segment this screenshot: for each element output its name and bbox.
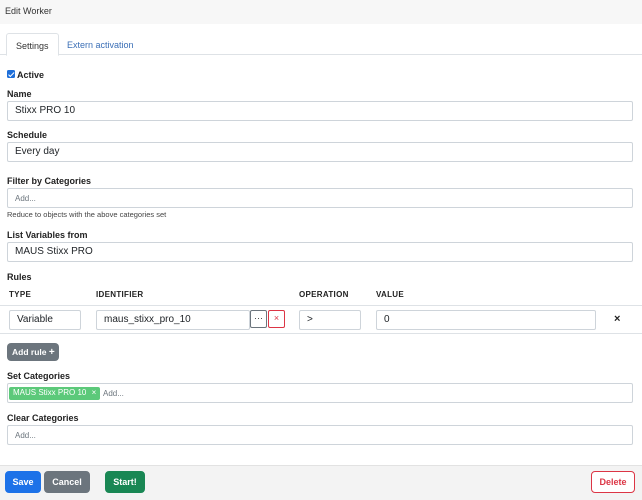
cancel-button[interactable]: Cancel	[44, 471, 90, 493]
tab-settings[interactable]: Settings	[6, 33, 59, 56]
active-label: Active	[17, 70, 45, 80]
set-categories-placeholder: Add...	[103, 389, 124, 398]
list-variables-label: List Variables from	[7, 230, 88, 240]
rules-header-identifier: IDENTIFIER	[96, 290, 144, 299]
rules-header-operation: OPERATION	[299, 290, 349, 299]
save-button[interactable]: Save	[5, 471, 41, 493]
active-checkbox[interactable]	[7, 70, 15, 78]
rule-operation-select[interactable]: >	[299, 310, 361, 330]
start-button[interactable]: Start!	[105, 471, 145, 493]
name-input[interactable]: Stixx PRO 10	[7, 101, 633, 121]
rule-identifier-input[interactable]: maus_stixx_pro_10	[96, 310, 250, 330]
schedule-label: Schedule	[7, 130, 48, 140]
filter-categories-input[interactable]: Add...	[7, 188, 633, 208]
set-categories-input[interactable]	[7, 383, 633, 403]
rule-remove-icon[interactable]: ×	[614, 313, 620, 325]
category-tag: MAUS Stixx PRO 10 ×	[9, 387, 101, 400]
list-variables-select[interactable]: MAUS Stixx PRO	[7, 242, 633, 262]
rule-type-select[interactable]: Variable	[9, 310, 81, 330]
add-rule-label: Add rule	[12, 347, 47, 357]
tab-bar: Settings Extern activation	[0, 24, 642, 56]
clear-categories-label: Clear Categories	[7, 413, 79, 423]
delete-button[interactable]: Delete	[591, 471, 635, 493]
schedule-select[interactable]: Every day	[7, 142, 633, 162]
plus-icon: +	[48, 347, 55, 358]
rules-header-type: TYPE	[9, 290, 32, 299]
add-rule-button[interactable]: Add rule +	[7, 343, 59, 361]
tab-extern-activation[interactable]: Extern activation	[58, 33, 143, 56]
set-categories-label: Set Categories	[7, 371, 71, 381]
category-tag-remove-icon[interactable]: ×	[92, 388, 97, 397]
category-tag-label: MAUS Stixx PRO 10	[13, 388, 87, 397]
filter-categories-label: Filter by Categories	[7, 176, 92, 186]
rules-label: Rules	[7, 272, 32, 282]
footer-bar	[0, 465, 642, 500]
rule-identifier-clear-button[interactable]: ×	[268, 310, 285, 328]
clear-categories-input[interactable]: Add...	[7, 425, 633, 445]
rule-identifier-more-button[interactable]: ···	[250, 310, 267, 328]
name-label: Name	[7, 89, 32, 99]
filter-categories-help: Reduce to objects with the above categor…	[7, 210, 167, 219]
rule-value-input[interactable]: 0	[376, 310, 596, 330]
rules-header-value: VALUE	[376, 290, 405, 299]
window-title: Edit Worker	[0, 0, 642, 24]
